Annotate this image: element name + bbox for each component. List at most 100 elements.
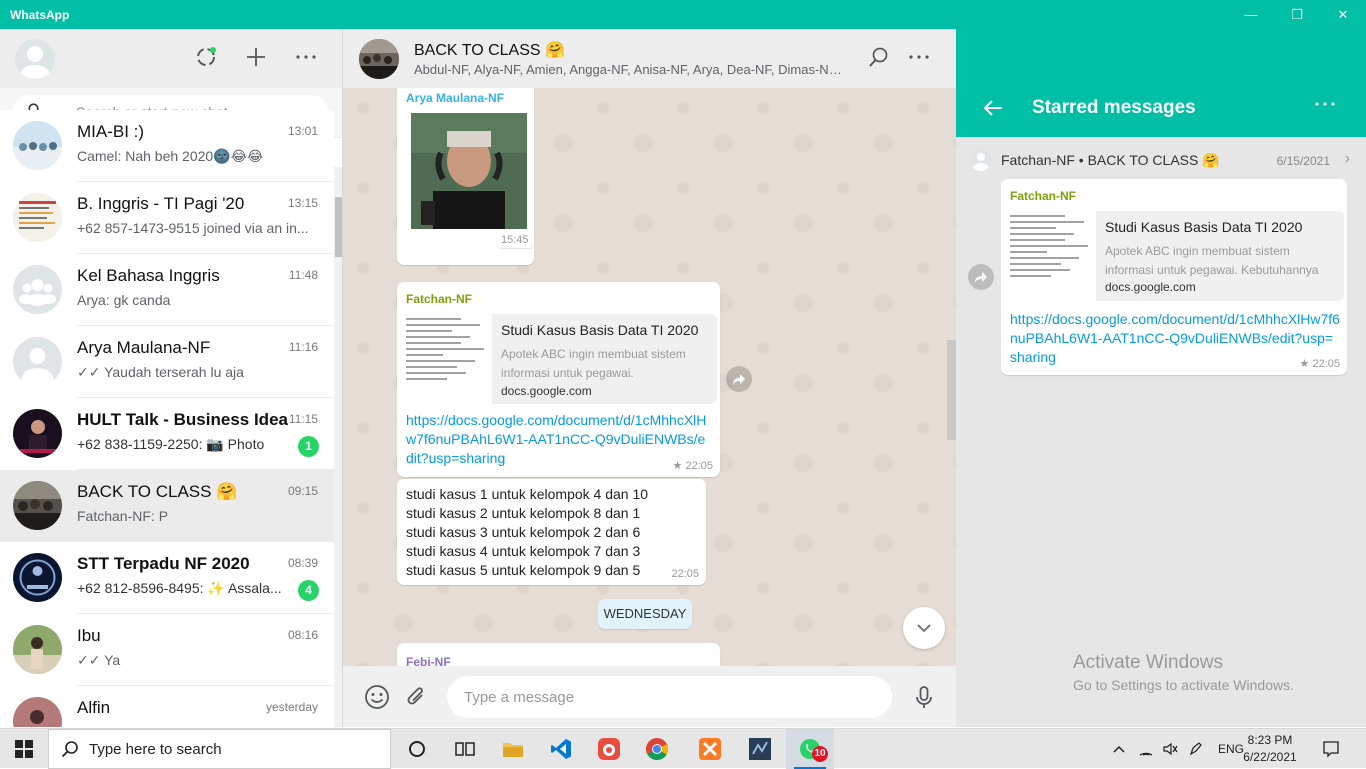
pen-button[interactable] [1188, 729, 1206, 769]
task-view-button[interactable] [441, 729, 489, 769]
menu-button[interactable] [293, 46, 319, 72]
message-text: studi kasus 1 untuk kelompok 4 dan 10 st… [406, 485, 648, 580]
chat-avatar [13, 553, 62, 602]
message-time-starred: ★ 22:05 [1300, 357, 1340, 370]
chat-item-alfin[interactable]: Alfin yesterday [0, 686, 334, 727]
watermark-title: Activate Windows [1073, 652, 1223, 673]
link-preview-description: Apotek ABC ingin membuat sistem informas… [1105, 244, 1319, 277]
chat-time: 08:39 [287, 556, 318, 570]
more-icon [296, 55, 316, 59]
forward-button[interactable] [968, 264, 994, 290]
taskbar-vscode[interactable] [537, 729, 585, 769]
chrome-icon [646, 738, 668, 760]
starred-message-bubble[interactable]: Fatchan-NF Studi Kasus Basis Data TI 202… [1001, 179, 1347, 375]
status-button[interactable] [193, 46, 219, 72]
link-message[interactable]: Fatchan-NF Studi Kasus Basis Data TI 202… [397, 282, 720, 477]
link-preview-description: Apotek ABC ingin membuat sistem informas… [501, 347, 686, 380]
forward-button[interactable] [726, 366, 752, 392]
chat-item-kel-bahasa-inggris[interactable]: Kel Bahasa Inggris 11:48 Arya: gk canda [0, 254, 334, 326]
volume-button[interactable] [1162, 729, 1180, 769]
message-sender: Fatchan-NF [1010, 189, 1076, 203]
left-header [0, 29, 342, 88]
minimize-button[interactable]: — [1228, 0, 1274, 29]
message-sender: Fatchan-NF [406, 292, 472, 306]
watermark-subtitle: Go to Settings to activate Windows. [1073, 677, 1294, 693]
taskbar-file-explorer[interactable] [489, 729, 537, 769]
conversation-header[interactable]: BACK TO CLASS 🤗 Abdul-NF, Alya-NF, Amien… [343, 29, 956, 88]
voice-message-button[interactable] [910, 683, 938, 711]
chat-item-b-inggris[interactable]: B. Inggris - TI Pagi '20 13:15 +62 857-1… [0, 182, 334, 254]
chat-name: Alfin [77, 698, 111, 717]
show-hidden-icons-button[interactable] [1112, 729, 1130, 769]
chat-name: BACK TO CLASS 🤗 [77, 482, 238, 501]
close-button[interactable]: ✕ [1320, 0, 1366, 29]
conversation-menu-button[interactable] [906, 46, 932, 72]
message-input[interactable] [447, 676, 892, 718]
new-chat-button[interactable] [243, 46, 269, 72]
starred-date: 6/15/2021 [1276, 154, 1330, 168]
chat-list-scrollbar[interactable] [334, 167, 342, 727]
image-message[interactable]: Arya Maulana-NF 15:45 [397, 88, 534, 265]
link-preview[interactable]: Studi Kasus Basis Data TI 2020 Apotek AB… [400, 314, 717, 404]
taskbar-xampp[interactable] [686, 729, 734, 769]
message-scrollbar[interactable] [947, 340, 956, 440]
message-photo[interactable] [411, 113, 527, 229]
start-button[interactable] [0, 729, 48, 769]
message-link[interactable]: https://docs.google.com/document/d/1cMhh… [1010, 310, 1340, 367]
chat-item-arya-maulana[interactable]: Arya Maulana-NF 11:16 ✓✓ Yaudah terserah… [0, 326, 334, 398]
chat-preview: +62 857-1473-9515 joined via an in... [77, 220, 309, 236]
emoji-button[interactable] [363, 683, 391, 711]
chat-preview: Arya: gk canda [77, 292, 171, 308]
maximize-button[interactable]: ❐ [1274, 0, 1320, 29]
search-messages-button[interactable] [866, 46, 892, 72]
my-avatar[interactable] [15, 39, 55, 79]
attach-button[interactable] [403, 683, 431, 711]
taskbar: 10 ENG 8:23 PM 6/22/2021 [0, 728, 1366, 769]
scrollbar-thumb[interactable] [335, 197, 342, 257]
cortana-button[interactable] [393, 729, 441, 769]
notification-badge: 10 [812, 746, 828, 762]
search-icon [61, 741, 78, 758]
link-preview-title: Studi Kasus Basis Data TI 2020 [501, 322, 699, 338]
taskbar-chrome[interactable] [633, 729, 681, 769]
chat-item-stt-terpadu[interactable]: STT Terpadu NF 2020 08:39 +62 812-8596-8… [0, 542, 334, 614]
microphone-icon [916, 686, 932, 708]
partial-message[interactable]: Febi-NF [397, 643, 720, 666]
chat-item-hult-talk[interactable]: HULT Talk - Business Idea 11:15 +62 838-… [0, 398, 334, 470]
back-button[interactable] [982, 97, 1004, 119]
date-divider: WEDNESDAY [598, 599, 692, 629]
chat-item-ibu[interactable]: Ibu 08:16 ✓✓ Ya [0, 614, 334, 686]
taskbar-mysql-workbench[interactable] [736, 729, 784, 769]
conversation-pane: BACK TO CLASS 🤗 Abdul-NF, Alya-NF, Amien… [343, 29, 956, 727]
chat-time: 09:15 [287, 484, 318, 498]
link-preview-domain: docs.google.com [1105, 280, 1196, 294]
scroll-to-bottom-button[interactable] [903, 607, 945, 649]
taskbar-whatsapp[interactable]: 10 [786, 729, 834, 769]
taskbar-app-red[interactable] [585, 729, 633, 769]
message-sender: Arya Maulana-NF [406, 91, 505, 105]
app-icon [598, 738, 620, 760]
chat-item-back-to-class[interactable]: BACK TO CLASS 🤗 09:15 Fatchan-NF: P [0, 470, 334, 542]
action-center-button[interactable] [1322, 729, 1344, 769]
starred-title: Starred messages [1032, 97, 1196, 118]
starred-menu-button[interactable] [1314, 93, 1336, 121]
group-avatar[interactable] [359, 39, 399, 79]
status-icon [197, 47, 216, 66]
network-button[interactable] [1138, 729, 1156, 769]
chat-list-pane: MIA-BI :) 13:01 Camel: Nah beh 2020🌚😂😂 B… [0, 29, 343, 727]
chat-avatar [13, 409, 62, 458]
clock-time: 8:23 PM [1247, 733, 1293, 747]
windows-icon [15, 740, 33, 758]
clock[interactable]: 8:23 PM 6/22/2021 [1240, 732, 1300, 766]
taskbar-search-input[interactable] [89, 730, 379, 768]
taskbar-search[interactable] [48, 729, 391, 769]
workbench-icon [749, 738, 771, 760]
contact-avatar [13, 697, 62, 727]
message-time: 15:45 [497, 232, 533, 248]
message-time: 22:05 [671, 568, 699, 580]
starred-item-header[interactable]: Fatchan-NF • BACK TO CLASS 🤗 6/15/2021 › [970, 149, 1350, 171]
text-message[interactable]: studi kasus 1 untuk kelompok 4 dan 10 st… [397, 479, 706, 585]
link-preview[interactable]: Studi Kasus Basis Data TI 2020 Apotek AB… [1004, 211, 1344, 301]
chat-item-mia-bi[interactable]: MIA-BI :) 13:01 Camel: Nah beh 2020🌚😂😂 [0, 110, 334, 182]
message-link[interactable]: https://docs.google.com/document/d/1cMhh… [406, 411, 712, 468]
